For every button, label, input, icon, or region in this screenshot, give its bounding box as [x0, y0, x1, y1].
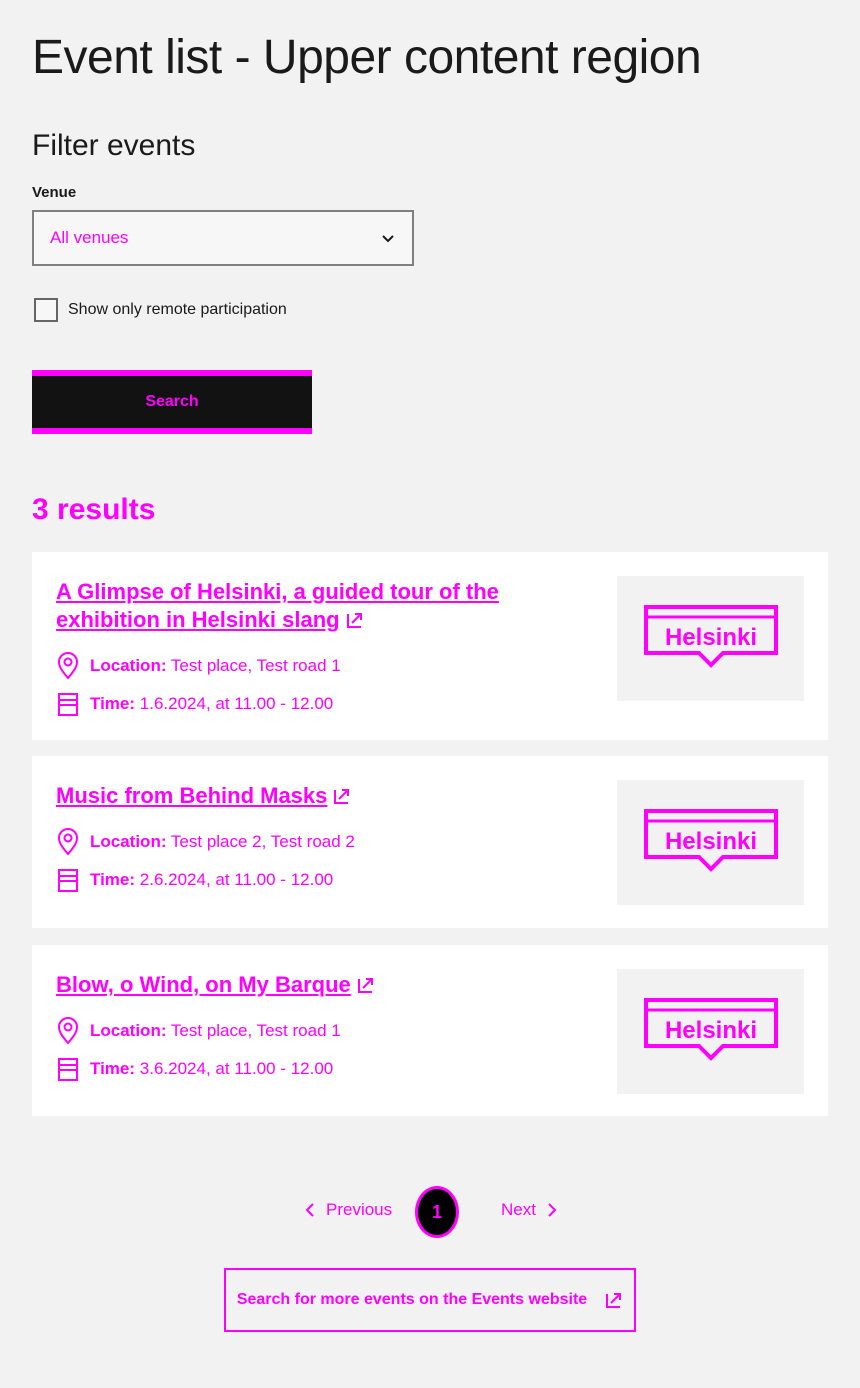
- event-title-link[interactable]: A Glimpse of Helsinki, a guided tour of …: [56, 578, 516, 634]
- filter-title: Filter events: [32, 129, 196, 162]
- event-image: Helsinki: [617, 576, 804, 701]
- helsinki-logo: Helsinki: [643, 604, 778, 668]
- venue-select[interactable]: All venues: [32, 210, 414, 266]
- event-time: Time: 2.6.2024, at 11.00 - 12.00: [56, 866, 333, 894]
- external-link-icon: [606, 1293, 622, 1308]
- helsinki-logo-text: Helsinki: [664, 624, 756, 651]
- event-time: Time: 3.6.2024, at 11.00 - 12.00: [56, 1055, 333, 1083]
- pagination-next[interactable]: Next: [501, 1200, 558, 1220]
- calendar-icon: [58, 869, 78, 892]
- pagination: Previous 1 Next: [32, 1186, 828, 1238]
- location-pin-icon: [57, 828, 79, 856]
- remote-participation-checkbox[interactable]: [34, 298, 58, 322]
- event-card: Blow, o Wind, on My Barque Location: Tes…: [32, 945, 828, 1116]
- event-title-link[interactable]: Music from Behind Masks: [56, 782, 516, 810]
- results-count: 3 results: [32, 493, 156, 526]
- event-location: Location: Test place 2, Test road 2: [56, 828, 355, 856]
- calendar-icon: [58, 1058, 78, 1081]
- pagination-page-current[interactable]: 1: [415, 1186, 459, 1238]
- external-link-icon: [346, 613, 362, 628]
- external-link-icon: [334, 789, 350, 804]
- remote-participation-label: Show only remote participation: [68, 301, 287, 318]
- event-image: Helsinki: [617, 780, 804, 905]
- search-button[interactable]: Search: [32, 370, 312, 434]
- event-location: Location: Test place, Test road 1: [56, 652, 341, 680]
- chevron-left-icon: [305, 1203, 314, 1217]
- helsinki-logo-text: Helsinki: [664, 828, 756, 855]
- event-location: Location: Test place, Test road 1: [56, 1017, 341, 1045]
- event-card: A Glimpse of Helsinki, a guided tour of …: [32, 552, 828, 740]
- helsinki-logo-text: Helsinki: [664, 1017, 756, 1044]
- location-pin-icon: [57, 652, 79, 680]
- helsinki-logo: Helsinki: [643, 997, 778, 1061]
- more-events-link[interactable]: Search for more events on the Events web…: [224, 1268, 636, 1332]
- external-link-icon: [357, 978, 373, 993]
- chevron-right-icon: [548, 1203, 557, 1217]
- chevron-down-icon: [382, 235, 394, 243]
- venue-select-value: All venues: [50, 228, 129, 247]
- calendar-icon: [58, 693, 78, 716]
- pagination-previous[interactable]: Previous: [304, 1200, 392, 1220]
- helsinki-logo: Helsinki: [643, 808, 778, 872]
- venue-label: Venue: [32, 184, 77, 201]
- remote-participation-option: Show only remote participation: [34, 298, 287, 322]
- event-card: Music from Behind Masks Location: Test p…: [32, 756, 828, 928]
- page-title: Event list - Upper content region: [32, 31, 702, 84]
- event-image: Helsinki: [617, 969, 804, 1094]
- location-pin-icon: [57, 1017, 79, 1045]
- event-time: Time: 1.6.2024, at 11.00 - 12.00: [56, 690, 333, 718]
- event-title-link[interactable]: Blow, o Wind, on My Barque: [56, 971, 516, 999]
